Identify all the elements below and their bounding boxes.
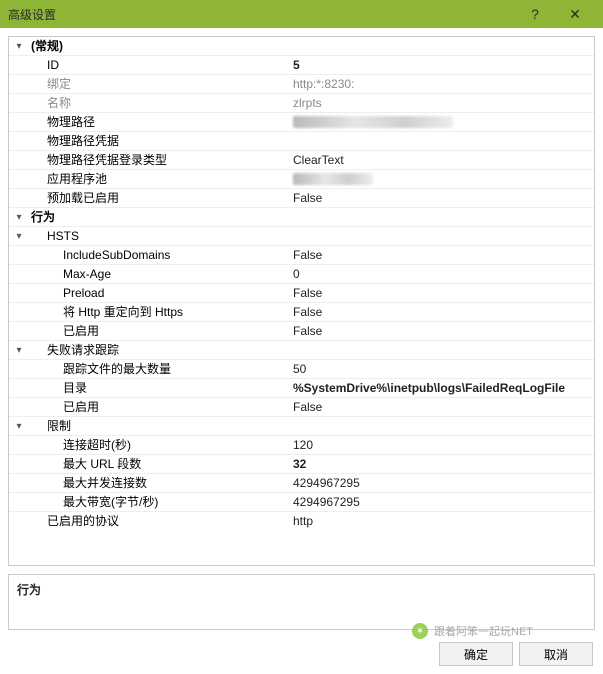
- prop-hsts-enabled[interactable]: 已启用False: [9, 322, 594, 341]
- close-button[interactable]: ✕: [555, 0, 595, 28]
- group-failed-request-tracing[interactable]: ▾ 失败请求跟踪: [9, 341, 594, 360]
- property-grid[interactable]: ▾ (常规) ID5 绑定http:*:8230: 名称zlrpts 物理路径 …: [8, 36, 595, 566]
- prop-hsts-includesub[interactable]: IncludeSubDomainsFalse: [9, 246, 594, 265]
- description-title: 行为: [17, 581, 586, 598]
- prop-limit-maxconn[interactable]: 最大并发连接数4294967295: [9, 474, 594, 493]
- prop-frt-directory[interactable]: 目录%SystemDrive%\inetpub\logs\FailedReqLo…: [9, 379, 594, 398]
- prop-physical-path[interactable]: 物理路径: [9, 113, 594, 132]
- description-panel: 行为: [8, 574, 595, 630]
- group-general[interactable]: ▾ (常规): [9, 37, 594, 56]
- prop-hsts-redirect[interactable]: 将 Http 重定向到 HttpsFalse: [9, 303, 594, 322]
- group-limit[interactable]: ▾ 限制: [9, 417, 594, 436]
- prop-binding[interactable]: 绑定http:*:8230:: [9, 75, 594, 94]
- chevron-down-icon[interactable]: ▾: [9, 417, 29, 435]
- prop-physical-cred[interactable]: 物理路径凭据: [9, 132, 594, 151]
- redacted-value: [293, 116, 453, 128]
- prop-hsts-maxage[interactable]: Max-Age0: [9, 265, 594, 284]
- help-button[interactable]: ?: [515, 0, 555, 28]
- prop-frt-maxfiles[interactable]: 跟踪文件的最大数量50: [9, 360, 594, 379]
- chevron-down-icon[interactable]: ▾: [9, 341, 29, 359]
- dialog-footer: 确定 取消: [0, 638, 603, 674]
- prop-limit-urlsegments[interactable]: 最大 URL 段数32: [9, 455, 594, 474]
- prop-preload[interactable]: 预加载已启用False: [9, 189, 594, 208]
- prop-app-pool[interactable]: 应用程序池: [9, 170, 594, 189]
- chevron-down-icon[interactable]: ▾: [9, 37, 29, 55]
- prop-physical-cred-type[interactable]: 物理路径凭据登录类型ClearText: [9, 151, 594, 170]
- title-bar: 高级设置 ? ✕: [0, 0, 603, 28]
- prop-limit-timeout[interactable]: 连接超时(秒)120: [9, 436, 594, 455]
- cancel-button[interactable]: 取消: [519, 642, 593, 666]
- window-title: 高级设置: [8, 6, 515, 23]
- prop-limit-bandwidth[interactable]: 最大带宽(字节/秒)4294967295: [9, 493, 594, 512]
- prop-name[interactable]: 名称zlrpts: [9, 94, 594, 113]
- chevron-down-icon[interactable]: ▾: [9, 208, 29, 226]
- redacted-value: [293, 173, 373, 185]
- ok-button[interactable]: 确定: [439, 642, 513, 666]
- prop-enabled-protocols[interactable]: 已启用的协议http: [9, 512, 594, 531]
- prop-id[interactable]: ID5: [9, 56, 594, 75]
- group-hsts[interactable]: ▾ HSTS: [9, 227, 594, 246]
- group-behavior[interactable]: ▾ 行为: [9, 208, 594, 227]
- prop-frt-enabled[interactable]: 已启用False: [9, 398, 594, 417]
- prop-hsts-preload[interactable]: PreloadFalse: [9, 284, 594, 303]
- chevron-down-icon[interactable]: ▾: [9, 227, 29, 245]
